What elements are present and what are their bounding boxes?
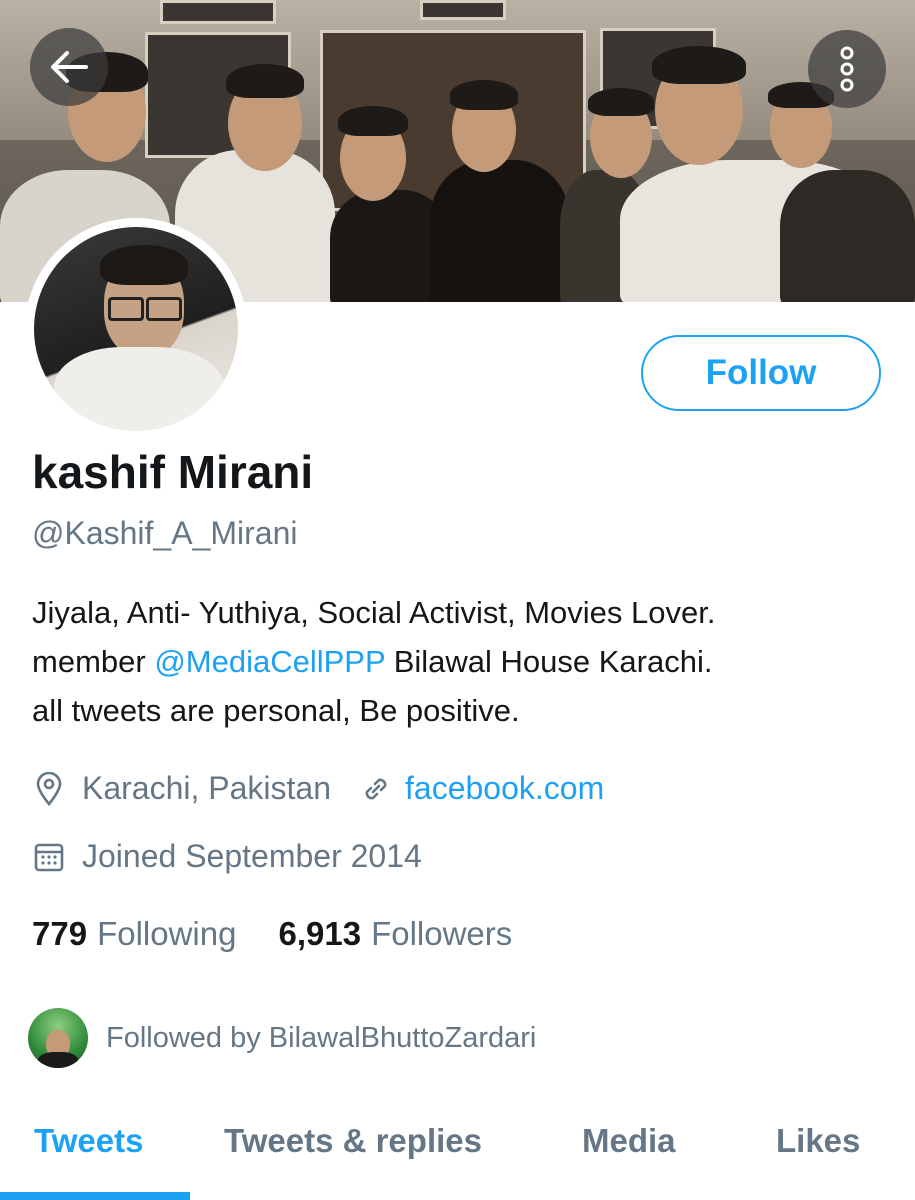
following-label: Following [97,915,237,952]
follower-avatar [28,1008,88,1068]
user-handle: @Kashif_A_Mirani [32,515,298,551]
follow-counts: 779 Following 6,913 Followers [32,915,554,953]
profile-meta-joined-row: Joined September 2014 [32,838,422,875]
banner-person [430,160,570,302]
bio-line: member @MediaCellPPP Bilawal House Karac… [32,637,892,686]
tab-tweets-and-replies[interactable]: Tweets & replies [224,1122,482,1160]
more-options-button[interactable] [808,30,886,108]
profile-avatar[interactable] [25,218,247,440]
bio-line: all tweets are personal, Be positive. [32,693,520,728]
avatar-photo [34,227,238,431]
display-name: kashif Mirani [32,446,314,498]
banner-person [588,88,654,116]
following-count: 779 [32,915,88,952]
active-tab-indicator [0,1192,190,1200]
banner-person [450,80,518,110]
back-button[interactable] [30,28,108,106]
banner-person [338,106,408,136]
joined-date-text: Joined September 2014 [82,838,422,874]
profile-meta-location-row: Karachi, Pakistan facebook.com [32,770,604,807]
more-vertical-icon [840,46,854,92]
tab-likes[interactable]: Likes [776,1122,860,1160]
followed-by-row[interactable]: Followed by BilawalBhuttoZardari [28,1008,536,1068]
followers-count-link[interactable]: 6,913 Followers [278,915,512,953]
bio-text: member [32,644,155,679]
location-pin-icon [32,771,66,806]
bio-line: Jiyala, Anti- Yuthiya, Social Activist, … [32,595,716,630]
banner-wall-picture [160,0,276,24]
followers-count: 6,913 [278,915,362,952]
tab-tweets[interactable]: Tweets [34,1122,143,1160]
tab-media[interactable]: Media [582,1122,676,1160]
followers-label: Followers [371,915,513,952]
link-icon [359,772,393,806]
location-text: Karachi, Pakistan [82,770,332,806]
follow-button[interactable]: Follow [641,335,881,411]
banner-person [652,46,746,84]
following-count-link[interactable]: 779 Following [32,915,236,953]
banner-person [226,64,304,98]
banner-wall-picture [420,0,506,20]
banner-person [780,170,915,302]
arrow-left-icon [51,51,88,83]
profile-bio: Jiyala, Anti- Yuthiya, Social Activist, … [32,588,892,735]
website-link[interactable]: facebook.com [405,770,604,807]
bio-mention-link[interactable]: @MediaCellPPP [154,644,385,679]
calendar-icon [32,840,66,874]
bio-text: Bilawal House Karachi. [385,644,713,679]
followed-by-text: Followed by BilawalBhuttoZardari [106,1021,537,1054]
profile-tabs: Tweets Tweets & replies Media Likes [0,1100,915,1200]
